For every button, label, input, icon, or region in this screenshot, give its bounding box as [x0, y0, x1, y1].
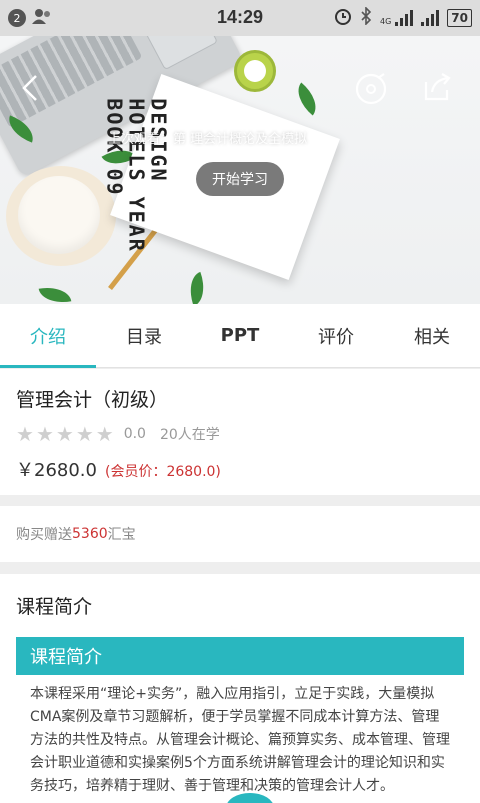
- intro-heading: 课程简介: [16, 596, 93, 618]
- leaf-illustration: [289, 82, 325, 116]
- course-intro-section: 课程简介 课程简介 本课程采用“理论+实务”，融入应用指引，立足于实践，大量模拟…: [0, 574, 480, 803]
- alarm-clock-illustration: [234, 50, 276, 92]
- purchase-gift-row: 购买赠送 5360 汇宝: [0, 506, 480, 562]
- alarm-icon: [334, 7, 352, 28]
- status-right: 4G 70: [334, 6, 472, 28]
- leaf-illustration: [38, 283, 72, 304]
- star-icon: ★: [16, 422, 34, 446]
- star-icon: ★: [95, 422, 114, 446]
- gift-amount: 5360: [72, 526, 108, 542]
- course-cover: DESIGN HOTELS YEAR BOOK 09 上次观看：第 理会计概论及…: [0, 36, 480, 304]
- book-cover-text: DESIGN HOTELS YEAR BOOK 09: [102, 98, 171, 253]
- rating-row: ★ ★ ★ ★ ★ 0.0 20人在学: [16, 424, 464, 444]
- rating-score: 0.0: [123, 426, 146, 442]
- audio-disc-icon[interactable]: [354, 72, 388, 110]
- tab-catalog[interactable]: 目录: [96, 304, 192, 367]
- star-icon: ★: [55, 422, 74, 446]
- course-info-card: 管理会计（初级） ★ ★ ★ ★ ★ 0.0 20人在学 ￥2680.0 (会员…: [0, 369, 480, 495]
- intro-body: 本课程采用“理论+实务”，融入应用指引，立足于实践，大量模拟CMA案例及章节习题…: [30, 686, 450, 794]
- price-row: ￥2680.0 (会员价：2680.0): [16, 456, 464, 482]
- bluetooth-icon: [360, 6, 372, 28]
- share-icon[interactable]: [422, 72, 452, 110]
- course-detail-screen: 2 14:29 4G 70 DESIGN HOTELS YEAR BOOK 09…: [0, 0, 480, 803]
- coffee-cup-illustration: [6, 166, 116, 266]
- tab-bar: 介绍 目录 PPT 评价 相关: [0, 304, 480, 368]
- tab-reviews[interactable]: 评价: [288, 304, 384, 367]
- course-title: 管理会计（初级）: [16, 389, 169, 411]
- star-icon: ★: [35, 422, 54, 446]
- leaf-illustration: [183, 271, 211, 304]
- signal-icon: [421, 9, 440, 26]
- start-learning-button[interactable]: 开始学习: [196, 162, 284, 196]
- status-bar: 2 14:29 4G 70: [0, 0, 480, 36]
- member-price: (会员价：2680.0): [104, 464, 221, 480]
- learner-count: 20人在学: [159, 427, 220, 443]
- tab-intro[interactable]: 介绍: [0, 304, 96, 368]
- gift-prefix: 购买赠送: [16, 527, 72, 543]
- network-type: 4G: [380, 16, 392, 26]
- hero-actions: [354, 72, 452, 110]
- tab-ppt[interactable]: PPT: [192, 304, 288, 367]
- back-button[interactable]: [22, 74, 38, 106]
- intro-banner: 课程简介: [16, 637, 464, 675]
- signal-4g-icon: 4G: [380, 9, 414, 26]
- gift-suffix: 汇宝: [107, 527, 136, 543]
- battery-level: 70: [447, 8, 472, 27]
- star-icon: ★: [75, 422, 94, 446]
- course-price: ￥2680.0: [16, 460, 97, 481]
- last-watched-text: 上次观看：第 理会计概论及全模拟: [108, 132, 308, 147]
- tab-related[interactable]: 相关: [384, 304, 480, 367]
